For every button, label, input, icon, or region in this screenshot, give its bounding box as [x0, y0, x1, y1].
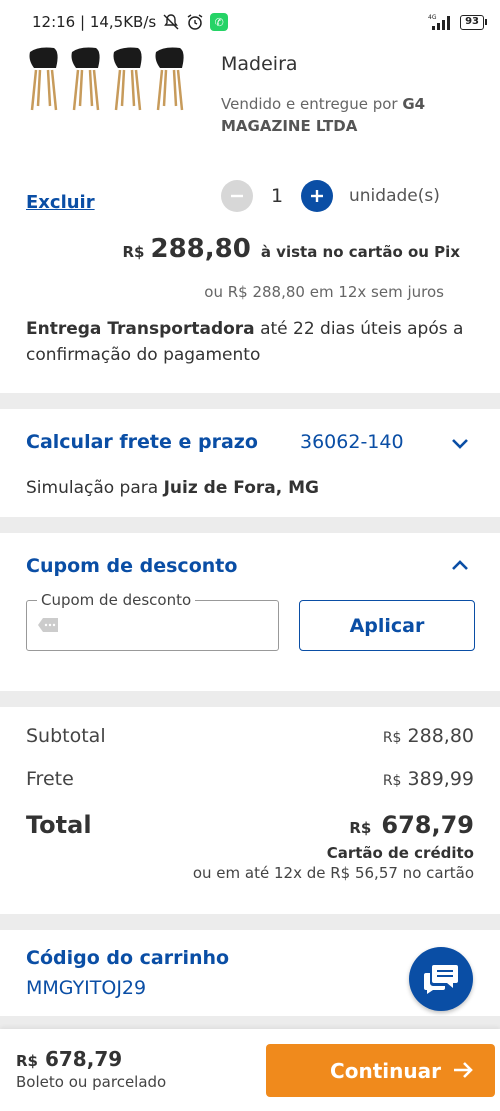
- chevron-up-icon[interactable]: [450, 555, 470, 575]
- subtotal-currency: R$: [382, 730, 402, 746]
- bottom-currency: R$: [16, 1052, 38, 1070]
- increase-quantity-button[interactable]: [301, 180, 333, 212]
- quantity-unit: unidade(s): [349, 186, 440, 206]
- chevron-down-icon[interactable]: [450, 433, 470, 453]
- status-time-speed: 12:16 | 14,5KB/s: [32, 13, 157, 31]
- freight-amount: 389,99: [407, 768, 474, 790]
- installments-info: ou R$ 288,80 em 12x sem juros: [204, 283, 444, 301]
- bottom-total: R$ 678,79: [16, 1047, 122, 1071]
- freight-card[interactable]: Calcular frete e prazo 36062-140 Simulaç…: [0, 409, 500, 517]
- price-condition: à vista no cartão ou Pix: [260, 243, 460, 261]
- bottom-price: 678,79: [44, 1047, 123, 1071]
- product-price: R$ 288,80 à vista no cartão ou Pix: [122, 234, 460, 264]
- remove-item-link[interactable]: Excluir: [26, 192, 95, 213]
- checkout-bottom-bar: R$ 678,79 Boleto ou parcelado Continuar: [0, 1029, 500, 1111]
- coupon-card: Cupom de desconto Cupom de desconto Apli…: [0, 533, 500, 691]
- delivery-method: Entrega Transportadora: [26, 319, 255, 339]
- network-label: 4G: [428, 14, 437, 21]
- total-currency: R$: [349, 819, 372, 837]
- coupon-field[interactable]: Cupom de desconto: [26, 591, 279, 651]
- total-value: R$ 678,79: [349, 811, 474, 839]
- battery-icon: 93: [460, 14, 487, 30]
- cart-code-title: Código do carrinho: [26, 947, 230, 969]
- quantity-value[interactable]: 1: [253, 185, 301, 207]
- total-label: Total: [26, 811, 92, 839]
- whatsapp-icon: ✆: [210, 13, 229, 31]
- subtotal-amount: 288,80: [407, 725, 474, 747]
- simulation-city: Juiz de Fora, MG: [163, 478, 319, 498]
- freight-simulation: Simulação para Juiz de Fora, MG: [26, 478, 319, 498]
- signal-icon: 4G: [428, 14, 451, 30]
- product-card: Eames Dsw Preta Base Madeira Vendido e e…: [0, 0, 500, 393]
- order-summary-card: Subtotal R$ 288,80 Frete R$ 389,99 Total…: [0, 707, 500, 914]
- continue-button[interactable]: Continuar: [266, 1044, 495, 1097]
- freight-label: Frete: [26, 768, 74, 790]
- freight-currency: R$: [382, 773, 402, 789]
- seller-info: Vendido e entregue por G4 MAGAZINE LTDA: [221, 93, 481, 137]
- freight-cep[interactable]: 36062-140: [300, 431, 404, 453]
- subtotal-label: Subtotal: [26, 725, 106, 747]
- price-currency: R$: [122, 243, 145, 261]
- tag-icon: [38, 618, 58, 632]
- status-bar: 12:16 | 14,5KB/s ✆ 4G 93: [0, 0, 500, 44]
- payment-method: Cartão de crédito: [326, 844, 474, 862]
- total-amount: 678,79: [381, 811, 474, 839]
- cart-code-card: Código do carrinho MMGYITOJ29: [0, 930, 500, 1016]
- freight-value: R$ 389,99: [383, 768, 474, 790]
- bottom-payment-subtitle: Boleto ou parcelado: [16, 1073, 167, 1091]
- coupon-title[interactable]: Cupom de desconto: [26, 555, 237, 577]
- product-image[interactable]: [26, 46, 196, 114]
- apply-coupon-button[interactable]: Aplicar: [299, 600, 475, 651]
- simulation-prefix: Simulação para: [26, 478, 159, 498]
- quantity-stepper: 1 unidade(s): [221, 180, 440, 212]
- plus-icon: [311, 190, 323, 202]
- coupon-input[interactable]: [67, 613, 267, 639]
- continue-label: Continuar: [330, 1058, 441, 1083]
- price-value: 288,80: [150, 234, 251, 264]
- subtotal-value: R$ 288,80: [383, 725, 474, 747]
- freight-title[interactable]: Calcular frete e prazo: [26, 431, 258, 453]
- minus-icon: [231, 194, 243, 198]
- coupon-field-label: Cupom de desconto: [37, 591, 196, 609]
- chat-button[interactable]: [409, 947, 473, 1011]
- alarm-icon: [187, 14, 203, 30]
- arrow-right-icon: [454, 1062, 473, 1078]
- seller-prefix: Vendido e entregue por: [221, 95, 398, 113]
- notifications-off-icon: [163, 14, 179, 30]
- payment-installments: ou em até 12x de R$ 56,57 no cartão: [192, 864, 474, 882]
- delivery-info: Entrega Transportadora até 22 dias úteis…: [26, 316, 476, 368]
- decrease-quantity-button[interactable]: [221, 180, 253, 212]
- cart-code-value: MMGYITOJ29: [26, 977, 147, 999]
- chat-icon: [424, 965, 458, 994]
